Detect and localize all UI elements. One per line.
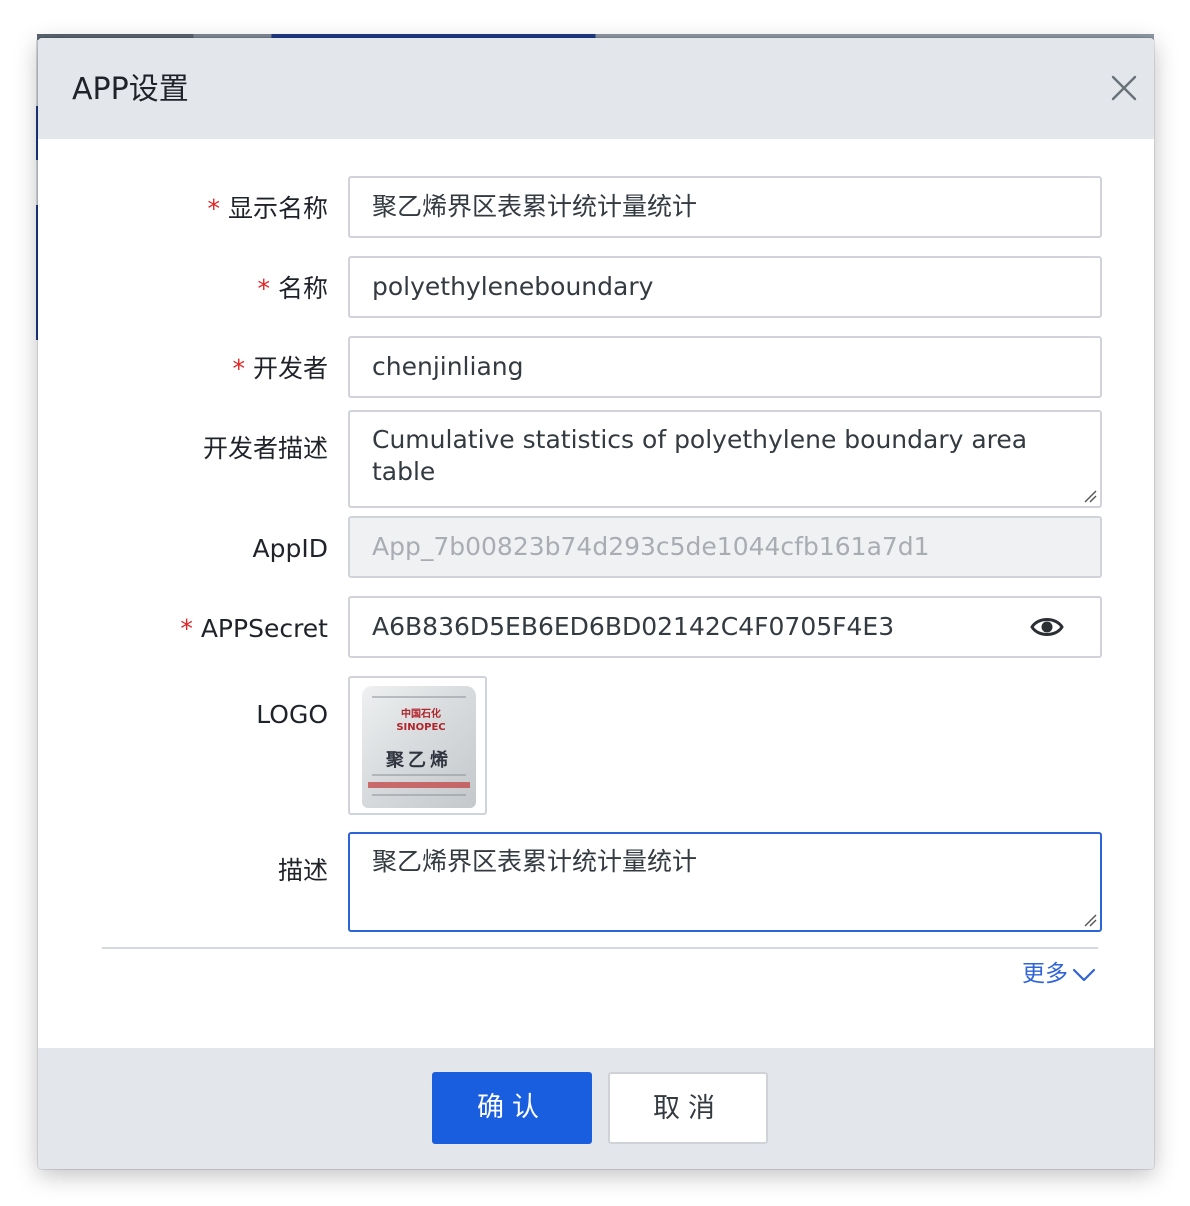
dialog-title: APP设置 bbox=[72, 72, 189, 107]
app-secret-label: * APPSecret bbox=[180, 614, 328, 643]
app-id-label: AppID bbox=[252, 534, 328, 563]
required-mark: * bbox=[232, 354, 245, 383]
form-divider bbox=[102, 947, 1098, 949]
close-button[interactable] bbox=[1110, 74, 1138, 102]
developer-desc-text: Cumulative statistics of polyethylene bo… bbox=[372, 425, 1028, 486]
confirm-button[interactable]: 确认 bbox=[432, 1072, 592, 1144]
required-mark: * bbox=[180, 614, 193, 643]
required-mark: * bbox=[257, 274, 270, 303]
resize-handle-icon[interactable] bbox=[1083, 489, 1097, 503]
app-secret-value: A6B836D5EB6ED6BD02142C4F0705F4E3 bbox=[372, 612, 895, 641]
logo-label: LOGO bbox=[256, 700, 328, 729]
developer-label: * 开发者 bbox=[232, 354, 328, 383]
logo-upload[interactable]: 中国石化 SINOPEC 聚乙烯 bbox=[348, 676, 487, 815]
description-label: 描述 bbox=[277, 856, 328, 885]
close-icon bbox=[1111, 75, 1137, 101]
more-label: 更多 bbox=[1022, 961, 1068, 987]
app-settings-dialog: APP设置 * 显示名称 聚乙烯界区表累计统计量统计 * 名称 polyethyle… bbox=[38, 38, 1154, 1169]
description-textarea[interactable]: 聚乙烯界区表累计统计量统计 bbox=[348, 832, 1102, 932]
name-input[interactable]: polyethyleneboundary bbox=[348, 256, 1102, 318]
cancel-button[interactable]: 取消 bbox=[608, 1072, 768, 1144]
developer-desc-label: 开发者描述 bbox=[202, 434, 328, 463]
chevron-down-icon bbox=[1072, 968, 1096, 981]
more-toggle[interactable]: 更多 bbox=[1022, 958, 1096, 990]
dialog-header: APP设置 bbox=[38, 38, 1154, 139]
developer-input[interactable]: chenjinliang bbox=[348, 336, 1102, 398]
app-secret-input[interactable]: A6B836D5EB6ED6BD02142C4F0705F4E3 bbox=[348, 596, 1102, 658]
resize-handle-icon[interactable] bbox=[1083, 913, 1097, 927]
display-name-label: * 显示名称 bbox=[207, 194, 328, 223]
app-id-input: App_7b00823b74d293c5de1044cfb161a7d1 bbox=[348, 516, 1102, 578]
dialog-footer: 确认 取消 bbox=[38, 1048, 1154, 1169]
description-text: 聚乙烯界区表累计统计量统计 bbox=[372, 847, 698, 876]
logo-image: 中国石化 SINOPEC 聚乙烯 bbox=[362, 686, 476, 808]
developer-desc-textarea[interactable]: Cumulative statistics of polyethylene bo… bbox=[348, 410, 1102, 508]
required-mark: * bbox=[207, 194, 220, 223]
eye-icon[interactable] bbox=[1030, 612, 1064, 642]
name-label: * 名称 bbox=[257, 274, 328, 303]
display-name-input[interactable]: 聚乙烯界区表累计统计量统计 bbox=[348, 176, 1102, 238]
